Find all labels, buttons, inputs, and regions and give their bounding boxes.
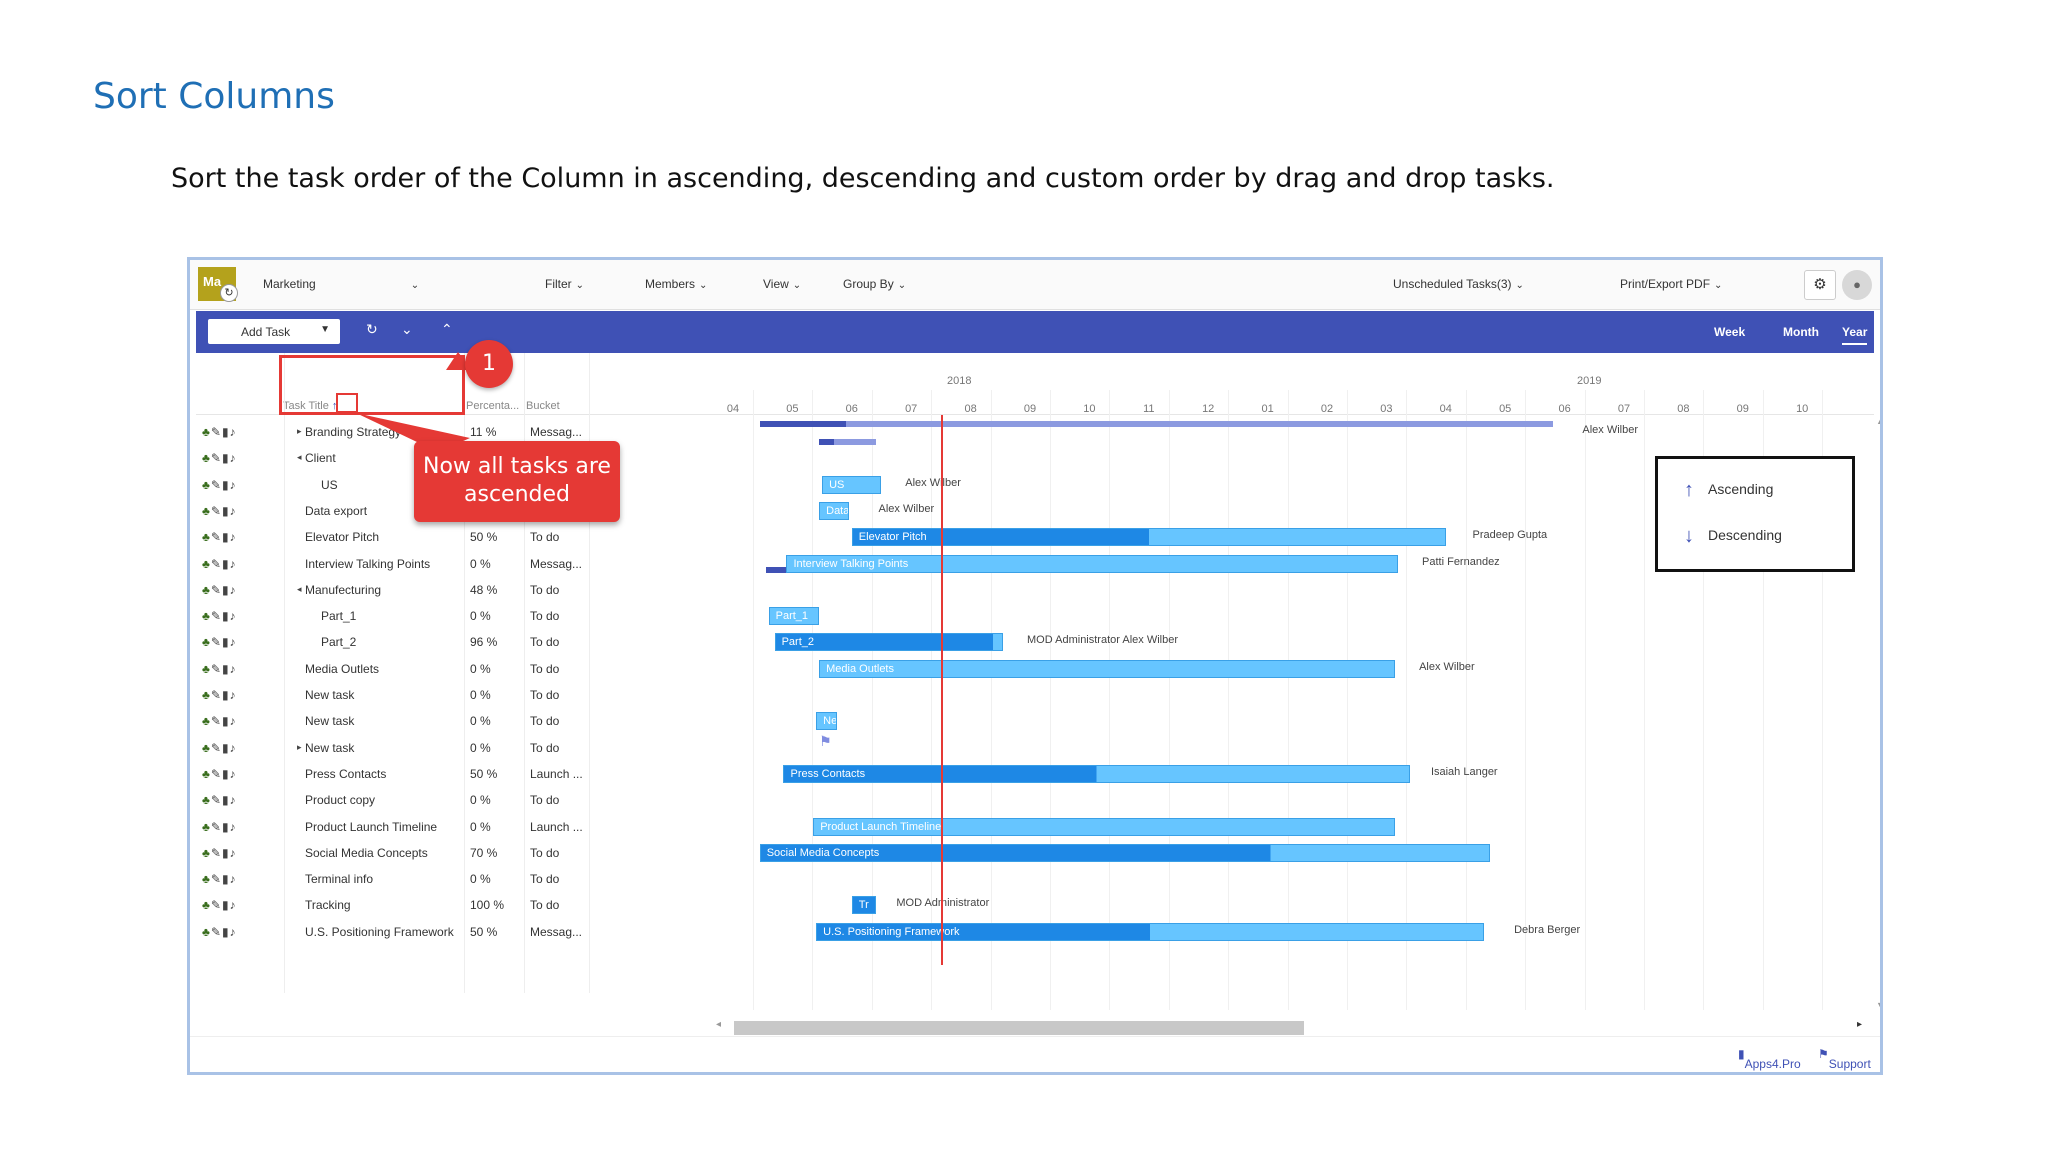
- callout-message: Now all tasks are ascended: [414, 441, 620, 522]
- callout-connector: [356, 352, 472, 452]
- step-number-bubble: 1: [465, 340, 513, 388]
